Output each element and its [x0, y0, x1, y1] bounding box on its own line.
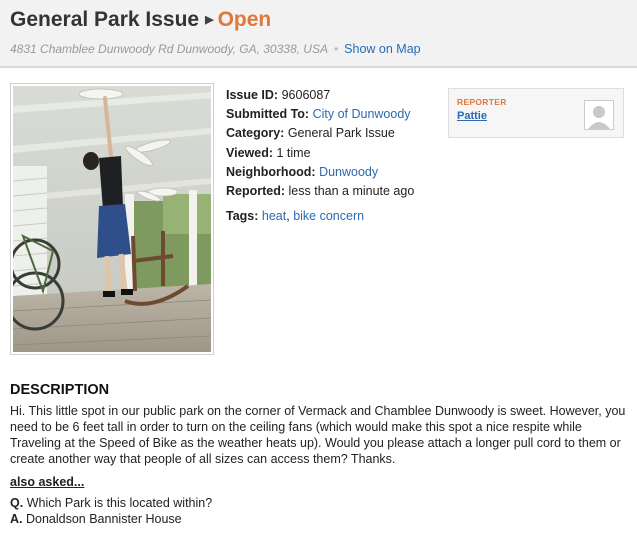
- neighborhood-link[interactable]: Dunwoody: [319, 165, 378, 179]
- reported-label: Reported:: [226, 184, 286, 199]
- reported-row: Reported: less than a minute ago: [226, 182, 414, 201]
- submitted-to-link[interactable]: City of Dunwoody: [313, 107, 411, 121]
- page-title: General Park Issue ▶ Open: [10, 8, 271, 32]
- submitted-to-row: Submitted To: City of Dunwoody: [226, 105, 414, 124]
- category-label: Category:: [226, 126, 285, 141]
- address-row: 4831 Chamblee Dunwoody Rd Dunwoody, GA, …: [10, 42, 421, 56]
- question-row: Q. Which Park is this located within?: [10, 496, 212, 512]
- issue-id-label: Issue ID:: [226, 88, 279, 102]
- viewed-value: 1 time: [276, 145, 311, 160]
- reported-value: less than a minute ago: [288, 184, 415, 199]
- issue-id-row: Issue ID: 9606087: [226, 86, 414, 105]
- also-asked-heading: also asked...: [10, 475, 85, 489]
- status-badge: Open: [217, 8, 272, 31]
- answer-label: A.: [10, 511, 23, 526]
- neighborhood-row: Neighborhood: Dunwoody: [226, 163, 414, 182]
- category-value: General Park Issue: [287, 126, 395, 141]
- submitted-to-label: Submitted To:: [226, 107, 310, 122]
- separator-dot: •: [333, 42, 339, 56]
- description-heading: DESCRIPTION: [10, 382, 110, 398]
- question-answer: Q. Which Park is this located within? A.…: [10, 496, 212, 527]
- answer-text: Donaldson Bannister House: [25, 511, 182, 526]
- issue-id-value: 9606087: [281, 88, 331, 102]
- tag-link-heat[interactable]: heat: [262, 209, 286, 223]
- show-on-map-link[interactable]: Show on Map: [344, 42, 420, 56]
- tag-link-bike-concern[interactable]: bike concern: [293, 209, 364, 223]
- issue-details: Issue ID: 9606087 Submitted To: City of …: [226, 86, 414, 226]
- issue-photo-image: [13, 86, 211, 352]
- tags-row: Tags: heat, bike concern: [226, 209, 365, 224]
- neighborhood-label: Neighborhood:: [226, 164, 316, 179]
- issue-header: General Park Issue ▶ Open 4831 Chamblee Du…: [0, 0, 637, 68]
- description-text: Hi. This little spot in our public park …: [10, 404, 626, 466]
- user-avatar-icon: [585, 101, 613, 129]
- category-row: Category: General Park Issue: [226, 124, 414, 143]
- question-label: Q.: [10, 496, 24, 510]
- issue-photo[interactable]: [10, 83, 214, 355]
- tags-label: Tags:: [226, 209, 259, 224]
- question-text: Which Park is this located within?: [26, 496, 213, 510]
- arrow-right-icon: ▶: [205, 14, 214, 26]
- reporter-name-link[interactable]: Pattie: [457, 110, 487, 122]
- viewed-label: Viewed:: [226, 145, 274, 160]
- avatar[interactable]: [584, 100, 614, 130]
- issue-address: 4831 Chamblee Dunwoody Rd Dunwoody, GA, …: [10, 42, 328, 56]
- issue-category-title: General Park Issue: [10, 8, 200, 31]
- answer-row: A. Donaldson Bannister House: [10, 512, 212, 528]
- reporter-box: REPORTER Pattie: [448, 88, 624, 138]
- reporter-label: REPORTER: [457, 97, 507, 107]
- viewed-row: Viewed: 1 time: [226, 144, 414, 163]
